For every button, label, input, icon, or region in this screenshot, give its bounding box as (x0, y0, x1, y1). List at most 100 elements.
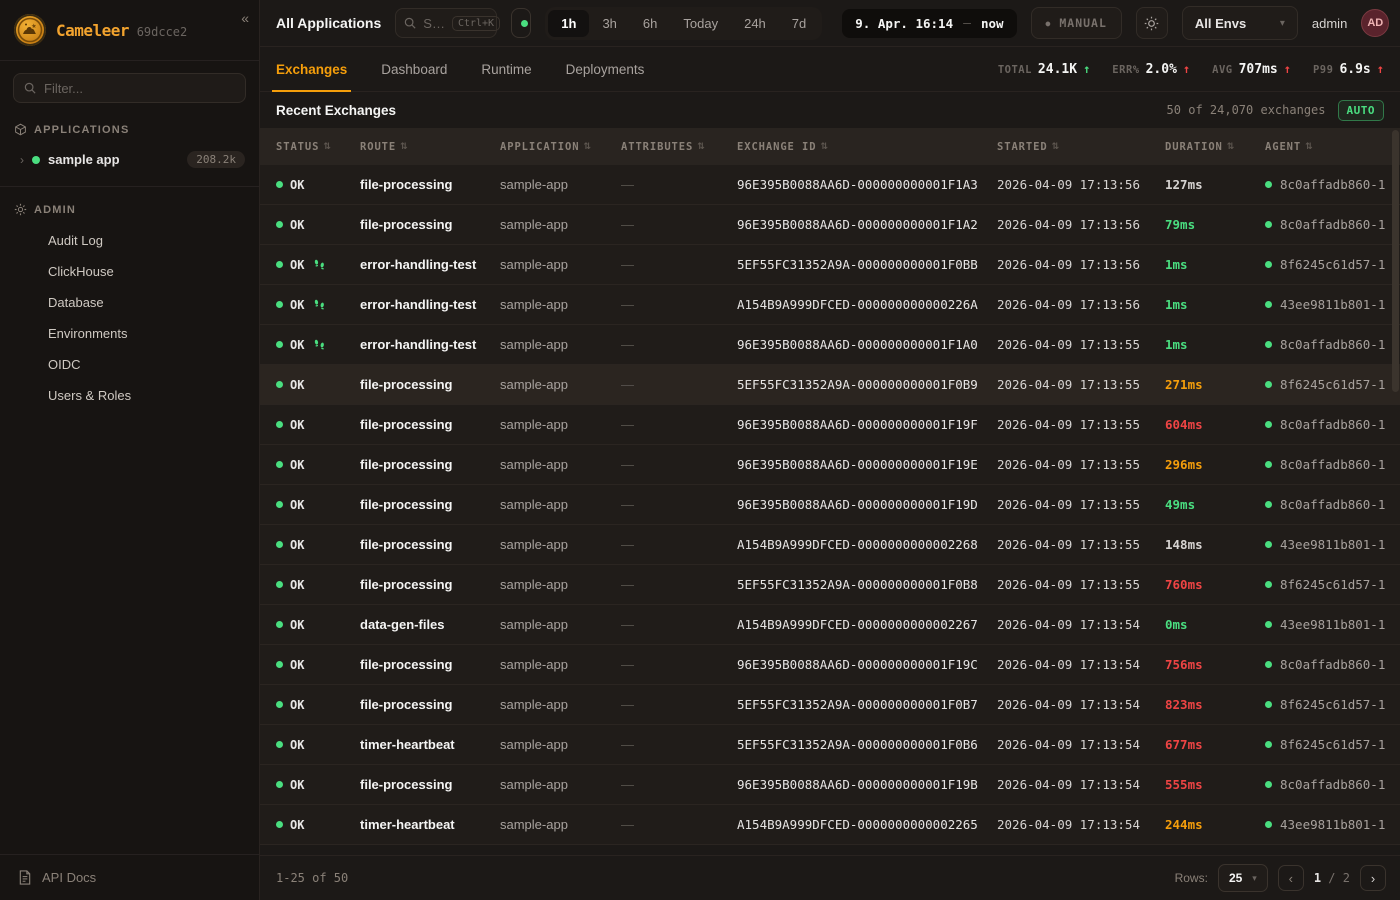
sidebar-item-oidc[interactable]: OIDC (0, 349, 259, 380)
column-header-agent[interactable]: AGENT⇅ (1265, 141, 1400, 153)
status-text: OK (290, 578, 304, 592)
status-cell: OK (276, 298, 360, 312)
table-row[interactable]: OKfile-processingsample-app—96E395B0088A… (260, 445, 1400, 485)
search-icon (404, 17, 416, 29)
duration-cell: 271ms (1165, 377, 1265, 392)
status-dot-icon (276, 221, 283, 228)
status-cell: OK (276, 178, 360, 192)
column-header-exchange-id[interactable]: EXCHANGE ID⇅ (737, 141, 997, 153)
agent-cell: 8c0affadb860-1 (1265, 657, 1400, 672)
table-row[interactable]: OKerror-handling-testsample-app—5EF55FC3… (260, 245, 1400, 285)
status-text: OK (290, 378, 304, 392)
stat-value: 707ms (1239, 62, 1278, 77)
column-header-duration[interactable]: DURATION⇅ (1165, 141, 1265, 153)
column-header-route[interactable]: ROUTE⇅ (360, 141, 500, 153)
sidebar-item-sample-app[interactable]: › sample app 208.2k (0, 145, 259, 174)
column-label: AGENT (1265, 141, 1301, 153)
tab-deployments[interactable]: Deployments (566, 47, 645, 91)
column-header-started[interactable]: STARTED⇅ (997, 141, 1165, 153)
scrollbar[interactable] (1392, 128, 1399, 855)
table-row[interactable]: OKfile-processingsample-app—96E395B0088A… (260, 205, 1400, 245)
app-name: Cameleer (56, 21, 129, 40)
avatar[interactable]: AD (1361, 9, 1389, 37)
table-row[interactable]: OKfile-processingsample-app—96E395B0088A… (260, 485, 1400, 525)
table-row[interactable]: OKfile-processingsample-app—96E395B0088A… (260, 645, 1400, 685)
time-range-6h[interactable]: 6h (630, 10, 670, 37)
exchange-id-cell: 96E395B0088AA6D-000000000001F19C (737, 657, 997, 672)
date-separator: – (963, 16, 971, 31)
table-row[interactable]: OKtimer-heartbeatsample-app—5EF55FC31352… (260, 725, 1400, 765)
agent-cell: 8f6245c61d57-1 (1265, 697, 1400, 712)
rows-per-page-select[interactable]: 25 ▾ (1218, 864, 1268, 892)
route-cell: file-processing (360, 177, 500, 192)
sidebar-item-audit-log[interactable]: Audit Log (0, 225, 259, 256)
application-cell: sample-app (500, 257, 621, 272)
manual-dot-icon: ● (1046, 19, 1052, 28)
table-row[interactable]: OKerror-handling-testsample-app—96E395B0… (260, 325, 1400, 365)
table-row[interactable]: OKfile-processingsample-app—5EF55FC31352… (260, 685, 1400, 725)
table-row[interactable]: OKfile-processingsample-app—96E395B0088A… (260, 765, 1400, 805)
next-page-button[interactable]: › (1360, 865, 1386, 891)
status-dot-icon (276, 261, 283, 268)
application-cell: sample-app (500, 457, 621, 472)
started-cell: 2026-04-09 17:13:54 (997, 697, 1165, 712)
tab-runtime[interactable]: Runtime (481, 47, 531, 91)
stat-err: ERR%2.0%↑ (1112, 62, 1190, 77)
route-cell: file-processing (360, 417, 500, 432)
exchange-id-cell: 5EF55FC31352A9A-000000000001F0B8 (737, 577, 997, 592)
manual-refresh-button[interactable]: ● MANUAL (1031, 7, 1122, 39)
tab-exchanges[interactable]: Exchanges (276, 47, 347, 91)
filter-input[interactable]: Filter... (13, 73, 246, 103)
time-range-today[interactable]: Today (670, 10, 731, 37)
sidebar-item-users-roles[interactable]: Users & Roles (0, 380, 259, 411)
table-row[interactable]: OKtimer-heartbeatsample-app—A154B9A999DF… (260, 805, 1400, 845)
main-content: All Applications S… Ctrl+K O 1h3h6hToday… (260, 0, 1400, 900)
application-cell: sample-app (500, 497, 621, 512)
route-cell: file-processing (360, 457, 500, 472)
status-cell: OK (276, 698, 360, 712)
date-range-display[interactable]: 9. Apr. 16:14 – now (842, 9, 1016, 38)
status-cell: OK (276, 338, 360, 352)
agent-status-dot-icon (1265, 501, 1272, 508)
tab-dashboard[interactable]: Dashboard (381, 47, 447, 91)
column-header-application[interactable]: APPLICATION⇅ (500, 141, 621, 153)
auto-refresh-badge[interactable]: AUTO (1338, 100, 1385, 121)
theme-toggle-button[interactable] (1136, 7, 1168, 39)
route-cell: data-gen-files (360, 617, 500, 632)
sidebar-item-database[interactable]: Database (0, 287, 259, 318)
live-status-button[interactable]: O (511, 8, 531, 38)
agent-id: 43ee9811b801-1 (1280, 617, 1385, 632)
global-search-input[interactable]: S… Ctrl+K (395, 8, 497, 38)
column-header-attributes[interactable]: ATTRIBUTES⇅ (621, 141, 737, 153)
env-select[interactable]: All Envs ▾ (1182, 6, 1298, 40)
column-header-status[interactable]: STATUS⇅ (276, 141, 360, 153)
sidebar-item-clickhouse[interactable]: ClickHouse (0, 256, 259, 287)
table-row[interactable]: OKfile-processingsample-app—A154B9A999DF… (260, 525, 1400, 565)
table-row[interactable]: OKdata-gen-filessample-app—A154B9A999DFC… (260, 605, 1400, 645)
sidebar-item-environments[interactable]: Environments (0, 318, 259, 349)
sidebar-collapse-button[interactable]: « (241, 10, 249, 26)
table-row[interactable]: OKfile-processingsample-app—96E395B0088A… (260, 165, 1400, 205)
time-range-7d[interactable]: 7d (779, 10, 819, 37)
attributes-cell: — (621, 777, 737, 792)
agent-status-dot-icon (1265, 461, 1272, 468)
status-cell: OK (276, 458, 360, 472)
table-row[interactable]: OKfile-processingsample-app—96E395B0088A… (260, 405, 1400, 445)
attributes-cell: — (621, 257, 737, 272)
time-range-1h[interactable]: 1h (548, 10, 589, 37)
prev-page-button[interactable]: ‹ (1278, 865, 1304, 891)
sidebar-item-api-docs[interactable]: API Docs (0, 854, 259, 900)
time-range-24h[interactable]: 24h (731, 10, 779, 37)
started-cell: 2026-04-09 17:13:55 (997, 377, 1165, 392)
table-row[interactable]: OKfile-processingsample-app—5EF55FC31352… (260, 365, 1400, 405)
attributes-cell: — (621, 497, 737, 512)
scrollbar-thumb[interactable] (1392, 130, 1399, 392)
agent-cell: 8f6245c61d57-1 (1265, 377, 1400, 392)
table-row[interactable]: OKfile-processingsample-app—5EF55FC31352… (260, 565, 1400, 605)
column-label: EXCHANGE ID (737, 141, 816, 153)
chevron-right-icon[interactable]: › (20, 153, 24, 167)
agent-id: 8c0affadb860-1 (1280, 497, 1385, 512)
agent-status-dot-icon (1265, 221, 1272, 228)
time-range-3h[interactable]: 3h (589, 10, 629, 37)
table-row[interactable]: OKerror-handling-testsample-app—A154B9A9… (260, 285, 1400, 325)
